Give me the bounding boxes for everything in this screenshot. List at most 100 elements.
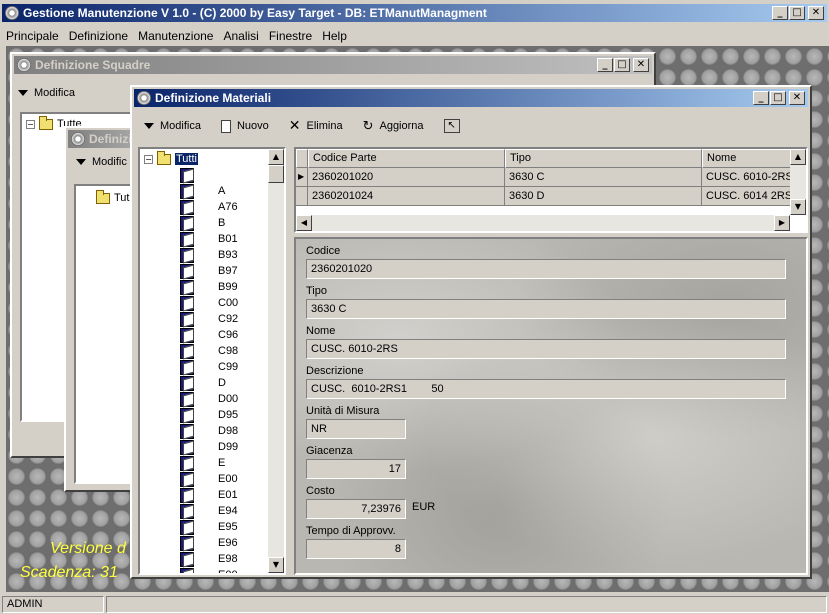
collapse-icon[interactable]: − [26,119,35,129]
inner-tree-root[interactable]: Tut [96,189,130,206]
table-row-cell[interactable]: CUSC. 6010-2RS [702,168,792,187]
materiali-grid[interactable]: Codice Parte Tipo Nome ▶ 2360201020 3630… [294,147,808,233]
descrizione-field[interactable]: CUSC. 6010-2RS1 50 [306,379,786,399]
tree-item[interactable]: E [178,455,225,471]
menu-finestre[interactable]: Finestre [269,29,312,43]
scroll-thumb[interactable] [268,165,284,183]
menu-definizione[interactable]: Definizione [69,29,128,43]
tree-item[interactable]: D [178,375,226,391]
tree-item[interactable]: D99 [178,439,238,455]
table-row-cell[interactable]: 2360201020 [308,168,505,187]
tree-item[interactable]: E94 [178,503,238,519]
codice-field[interactable]: 2360201020 [306,259,786,279]
tree-item[interactable]: B01 [178,231,238,247]
collapse-icon[interactable]: − [144,154,153,164]
modifica-button[interactable]: Modifica [144,120,201,132]
menu-analisi[interactable]: Analisi [223,29,258,43]
tree-item[interactable]: E00 [178,471,238,487]
scroll-down-arrow[interactable]: ▼ [790,199,806,215]
grid-header-codice[interactable]: Codice Parte [308,149,505,168]
close-button[interactable]: ✕ [808,6,824,20]
collapse-view-button[interactable]: ↖ [443,119,460,133]
version-text: Versione d [50,540,126,557]
tree-item[interactable]: D00 [178,391,238,407]
tree-item[interactable]: B [178,215,225,231]
table-row-cell[interactable]: 3630 D [505,187,702,206]
menu-manutenzione[interactable]: Manutenzione [138,29,213,43]
scroll-left-arrow[interactable]: ◀ [296,215,312,231]
tree-item[interactable]: C92 [178,311,238,327]
book-icon [178,472,194,487]
scroll-right-arrow[interactable]: ▶ [774,215,790,231]
menu-principale[interactable]: Principale [6,29,59,43]
book-icon [178,408,194,423]
grid-vertical-scrollbar[interactable]: ▲ ▼ [790,149,806,215]
tree-item[interactable]: A76 [178,199,238,215]
tree-vertical-scrollbar[interactable]: ▲ ▼ [268,149,284,573]
materiali-close-button[interactable]: ✕ [789,91,805,105]
tree-item[interactable]: E95 [178,519,238,535]
tree-item[interactable] [178,167,218,183]
grid-horizontal-scrollbar[interactable]: ◀ ▶ [296,215,790,231]
squadre-modifica-button[interactable]: Modifica [18,87,75,99]
maximize-button[interactable]: □ [789,6,805,20]
tempo-field[interactable]: 8 [306,539,406,559]
tree-item[interactable]: C99 [178,359,238,375]
squadre-maximize-button[interactable]: □ [614,58,630,72]
grid-header-codice-label: Codice Parte [313,152,377,164]
tree-item[interactable]: B99 [178,279,238,295]
grid-header-nome[interactable]: Nome [702,149,792,168]
tree-item[interactable]: E96 [178,535,238,551]
tree-item-label: C92 [218,313,239,325]
squadre-gear-icon [17,58,31,72]
tipo-field[interactable]: 3630 C [306,299,786,319]
unita-field[interactable]: NR [306,419,406,439]
book-icon [178,552,194,567]
materiali-minimize-button[interactable]: _ [753,91,769,105]
scroll-up-arrow[interactable]: ▲ [790,149,806,165]
nuovo-button[interactable]: Nuovo [220,119,269,133]
book-icon [178,440,194,455]
scroll-up-arrow[interactable]: ▲ [268,149,284,165]
tree-item[interactable]: D98 [178,423,238,439]
tree-item-label: C96 [218,329,239,341]
grid-header-nome-label: Nome [707,152,737,164]
tree-item[interactable]: C00 [178,295,238,311]
squadre-title-bar[interactable]: Definizione Squadre _ □ ✕ [14,56,652,74]
table-row-cell[interactable]: CUSC. 6014 2RS [702,187,792,206]
grid-header-tipo[interactable]: Tipo [505,149,702,168]
tree-item[interactable]: D95 [178,407,238,423]
tree-item[interactable]: C96 [178,327,238,343]
materiali-title-bar[interactable]: Definizione Materiali _ □ ✕ [134,89,808,107]
book-icon [178,520,194,535]
costo-field[interactable]: 7,23976 [306,499,406,519]
new-document-icon [220,119,231,133]
giacenza-field[interactable]: 17 [306,459,406,479]
scroll-down-arrow[interactable]: ▼ [268,557,284,573]
tree-item[interactable]: B93 [178,247,238,263]
squadre-minimize-button[interactable]: _ [597,58,613,72]
book-icon [178,360,194,375]
tree-item-label: C00 [218,297,239,309]
tree-item[interactable]: E01 [178,487,238,503]
elimina-button[interactable]: ✕ Elimina [289,118,343,134]
squadre-close-button[interactable]: ✕ [633,58,649,72]
materiali-tree[interactable]: − Tutti A A76 B B01 B93 B97 B99 C00 C92 C96 C98 C99… [138,147,286,575]
materiali-maximize-button[interactable]: □ [770,91,786,105]
table-row-cell[interactable]: 2360201024 [308,187,505,206]
table-row-cell[interactable]: 3630 C [505,168,702,187]
minimize-button[interactable]: _ [772,6,788,20]
app-title-bar[interactable]: Gestione Manutenzione V 1.0 - (C) 2000 b… [2,4,827,22]
tree-item[interactable]: C98 [178,343,238,359]
tree-item[interactable]: E98 [178,551,238,567]
tree-item[interactable]: B97 [178,263,238,279]
nome-field[interactable]: CUSC. 6010-2RS [306,339,786,359]
inner-modifica-button[interactable]: Modific [76,156,127,168]
menu-help[interactable]: Help [322,29,347,43]
dropdown-arrow-icon [76,159,86,165]
folder-icon [96,189,110,204]
materiali-tree-root[interactable]: − Tutti [144,150,198,167]
tree-item[interactable]: A [178,183,225,199]
aggiorna-button[interactable]: ↻ Aggiorna [363,119,424,134]
tree-item[interactable]: E00 [178,567,238,573]
